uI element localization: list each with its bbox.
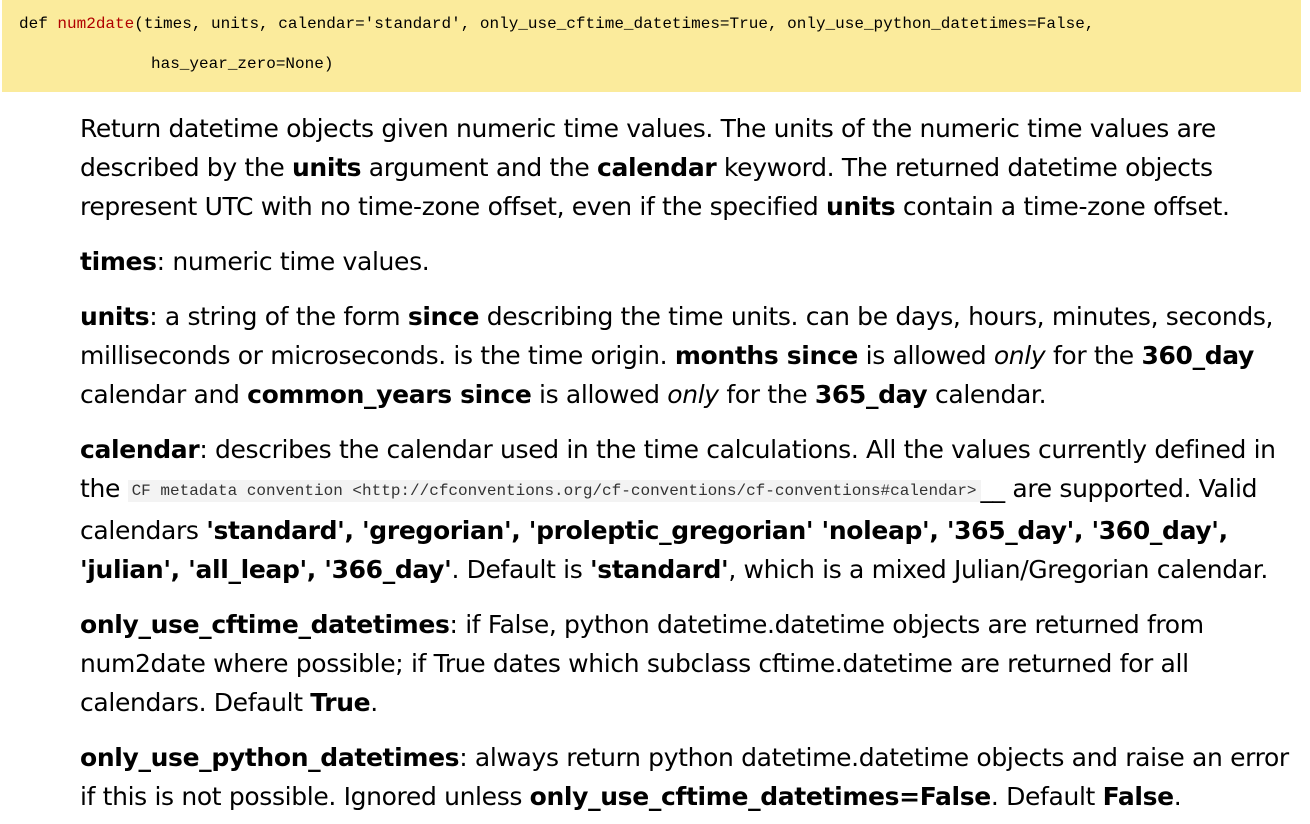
signature-params-2: has_year_zero=None) bbox=[151, 55, 334, 73]
param-name: only_use_cftime_datetimes bbox=[80, 610, 450, 639]
intro-paragraph: Return datetime objects given numeric ti… bbox=[80, 114, 1230, 221]
param-times: times: numeric time values. bbox=[80, 247, 430, 276]
param-only-use-cftime-datetimes: only_use_cftime_datetimes: if False, pyt… bbox=[80, 610, 1204, 717]
cf-convention-link[interactable]: CF metadata convention <http://cfconvent… bbox=[127, 480, 981, 502]
param-units: units: a string of the form since descri… bbox=[80, 302, 1274, 409]
param-name: calendar bbox=[80, 435, 200, 464]
param-calendar: calendar: describes the calendar used in… bbox=[80, 435, 1276, 584]
def-keyword: def bbox=[19, 15, 48, 33]
function-signature: def num2date(times, units, calendar='sta… bbox=[2, 0, 1301, 92]
function-name[interactable]: num2date bbox=[57, 15, 134, 33]
param-only-use-python-datetimes: only_use_python_datetimes: always return… bbox=[80, 743, 1289, 811]
param-name: only_use_python_datetimes bbox=[80, 743, 460, 772]
param-name: times bbox=[80, 247, 157, 276]
signature-line-1: def num2date(times, units, calendar='sta… bbox=[19, 15, 1094, 33]
signature-params-1: (times, units, calendar='standard', only… bbox=[134, 15, 1095, 33]
docstring: Return datetime objects given numeric ti… bbox=[80, 109, 1308, 824]
param-name: units bbox=[80, 302, 150, 331]
signature-line-2: has_year_zero=None) bbox=[151, 55, 333, 73]
